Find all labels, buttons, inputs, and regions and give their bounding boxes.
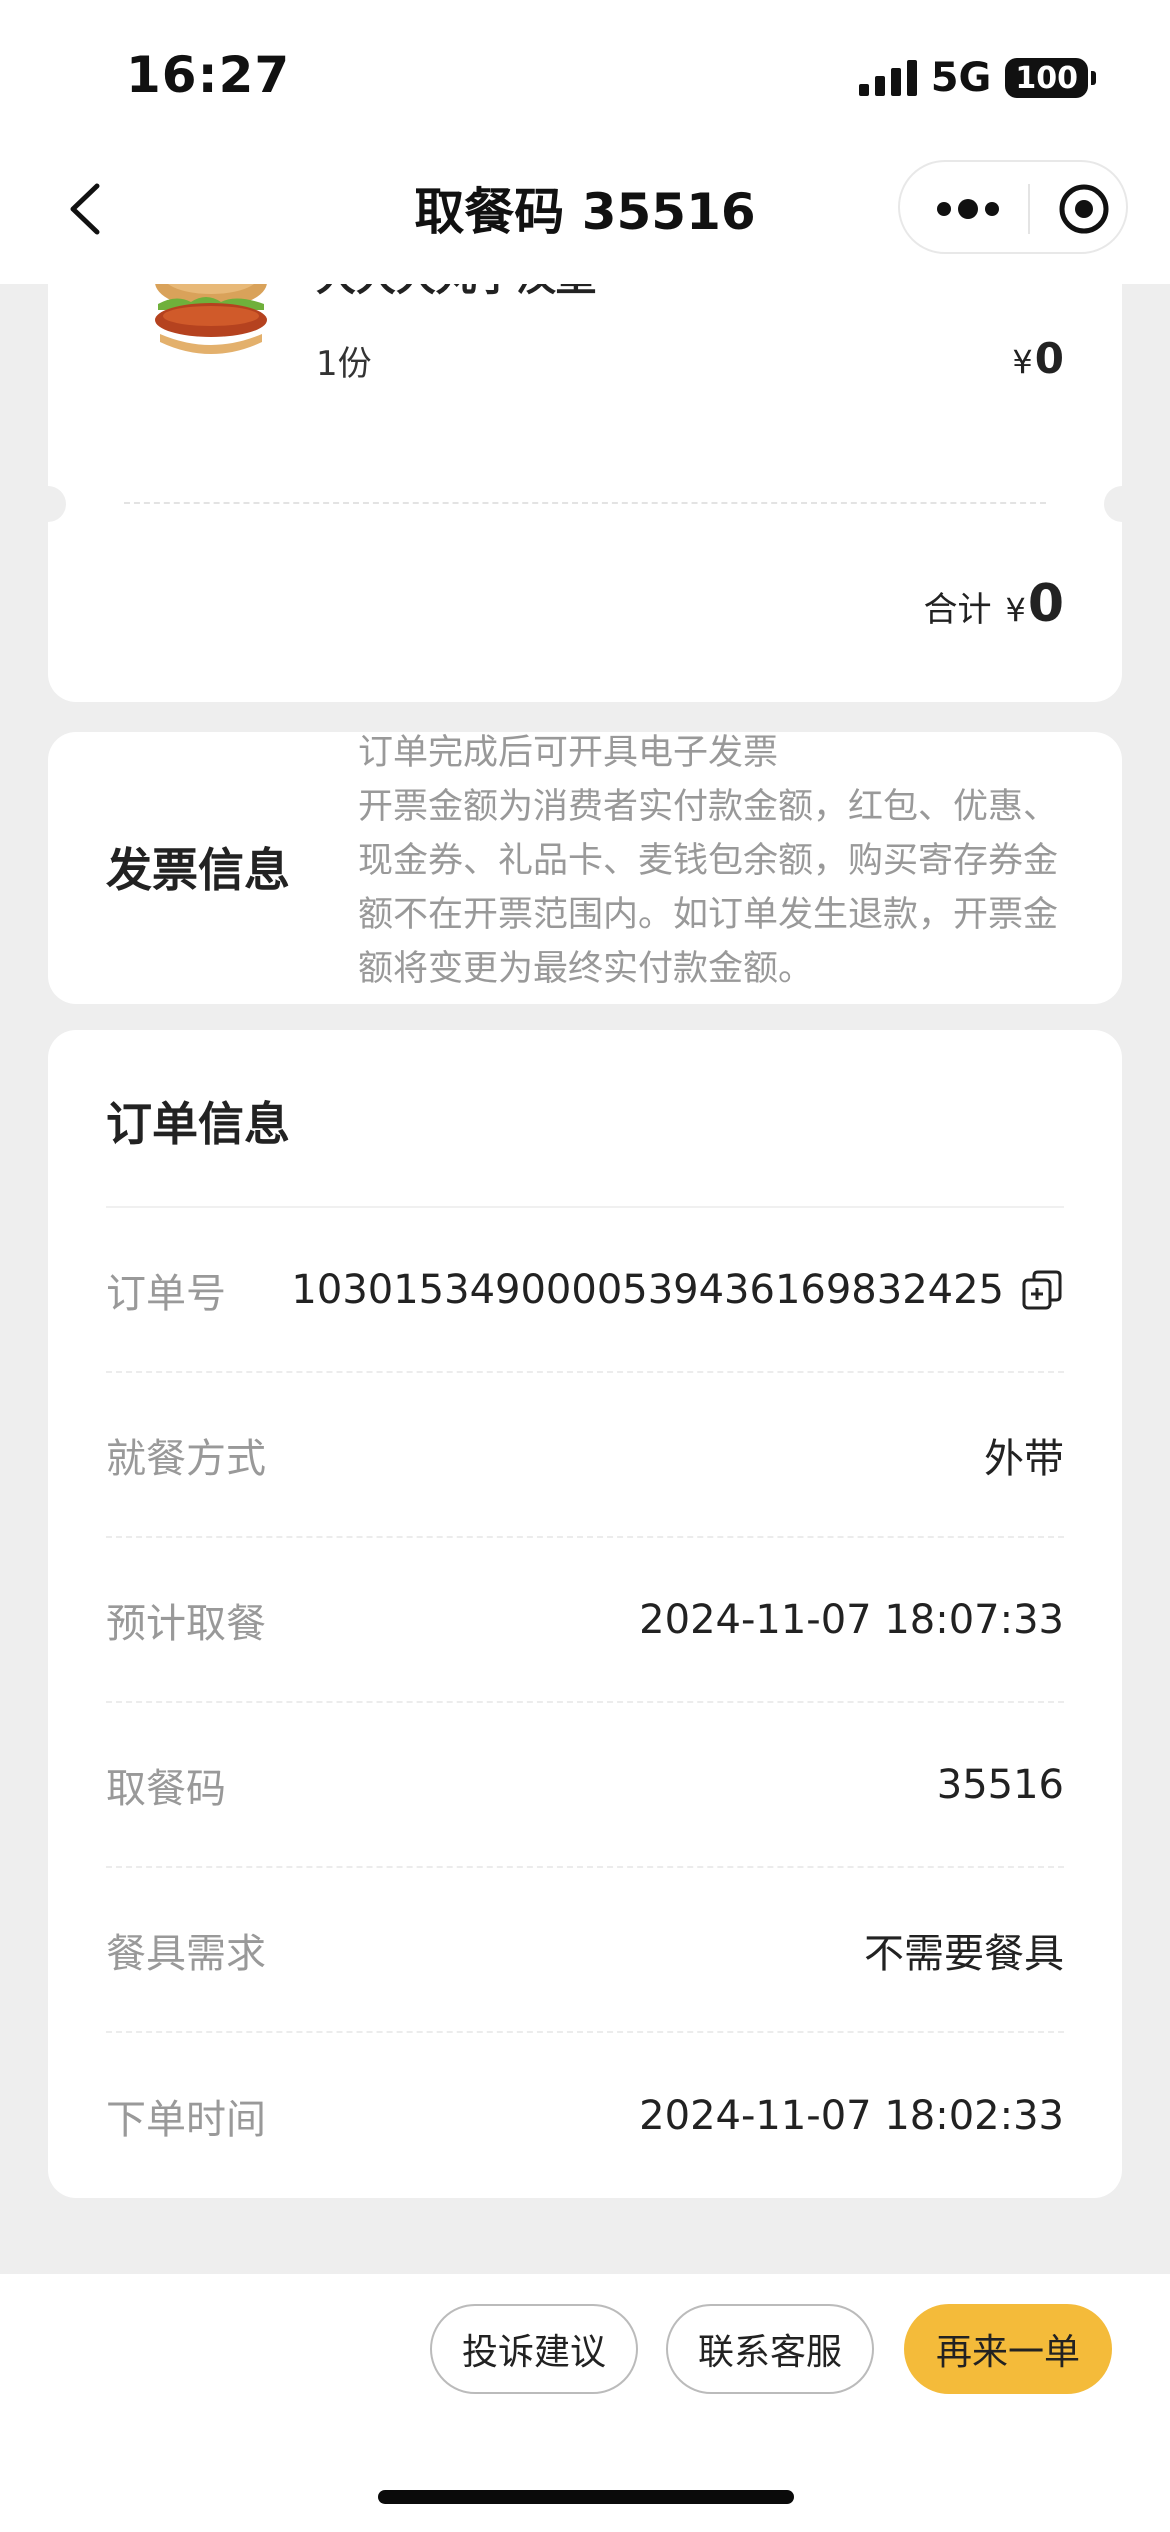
burger-image <box>155 284 267 354</box>
order-info-title: 订单信息 <box>106 1097 290 1151</box>
total-symbol: ¥ <box>1005 591 1026 629</box>
row-value: 不需要餐具 <box>864 1930 1064 1977</box>
customer-service-button[interactable]: 联系客服 <box>666 2304 874 2394</box>
status-time: 16:27 <box>126 46 291 104</box>
total-label: 合计 <box>923 590 992 630</box>
price-value: 0 <box>1034 334 1064 383</box>
order-info-list: 订单号 1030153490000539436169832425 就餐方式 外带… <box>106 1208 1064 2198</box>
nav-bar: 取餐码 35516 <box>0 150 1170 284</box>
complain-button[interactable]: 投诉建议 <box>430 2304 638 2394</box>
row-value: 35516 <box>936 1761 1064 1808</box>
row-label: 订单号 <box>106 1270 226 1317</box>
order-info-card: 订单信息 订单号 1030153490000539436169832425 就餐… <box>48 1030 1122 2198</box>
copy-icon[interactable] <box>1020 1268 1064 1312</box>
row-label: 预计取餐 <box>106 1600 266 1647</box>
row-value: 2024-11-07 18:02:33 <box>639 2092 1064 2139</box>
signal-icon <box>858 60 917 96</box>
more-icon[interactable] <box>930 186 1010 232</box>
product-quantity: 1份 <box>316 344 372 384</box>
order-number-value: 1030153490000539436169832425 <box>291 1266 1004 1313</box>
row-value-wrap: 1030153490000539436169832425 <box>291 1267 1064 1313</box>
home-indicator[interactable] <box>378 2490 794 2504</box>
order-row-pickup-code: 取餐码 35516 <box>106 1703 1064 1868</box>
row-label: 就餐方式 <box>106 1435 266 1482</box>
order-total: 合计 ¥ 0 <box>923 574 1064 634</box>
invoice-description: 订单完成后可开具电子发票 开票金额为消费者实付款金额，红包、优惠、现金券、礼品卡… <box>358 733 1059 989</box>
product-price: ¥0 <box>1012 334 1064 383</box>
bottom-action-bar: 投诉建议 联系客服 再来一单 <box>0 2274 1170 2532</box>
ticket-notch-left <box>30 486 66 522</box>
product-name: 大大大丸子汉堡 <box>316 284 596 302</box>
row-label: 餐具需求 <box>106 1930 266 1977</box>
reorder-button[interactable]: 再来一单 <box>904 2304 1112 2394</box>
row-value: 外带 <box>984 1435 1064 1482</box>
divider <box>124 502 1046 504</box>
battery-icon: 100 <box>1005 58 1096 98</box>
invoice-card: 发票信息 订单完成后可开具电子发票 开票金额为消费者实付款金额，红包、优惠、现金… <box>48 732 1122 1004</box>
row-value: 2024-11-07 18:07:33 <box>639 1596 1064 1643</box>
order-row-dining-mode: 就餐方式 外带 <box>106 1373 1064 1538</box>
row-label: 取餐码 <box>106 1765 226 1812</box>
mini-program-capsule <box>898 160 1128 254</box>
order-row-order-number: 订单号 1030153490000539436169832425 <box>106 1208 1064 1373</box>
ticket-notch-right <box>1104 486 1140 522</box>
total-value: 0 <box>1027 574 1064 634</box>
price-symbol: ¥ <box>1012 343 1033 381</box>
scroll-content[interactable]: 大大大丸子汉堡 1份 ¥0 合计 ¥ 0 发票信息 订单完成后可开具电子发票 开… <box>0 284 1170 2274</box>
order-row-estimated-pickup: 预计取餐 2024-11-07 18:07:33 <box>106 1538 1064 1703</box>
status-bar: 16:27 5G 100 <box>0 0 1170 150</box>
network-type: 5G <box>930 55 992 101</box>
invoice-title: 发票信息 <box>106 843 290 897</box>
order-row-order-time: 下单时间 2024-11-07 18:02:33 <box>106 2033 1064 2198</box>
order-row-cutlery: 餐具需求 不需要餐具 <box>106 1868 1064 2033</box>
product-card: 大大大丸子汉堡 1份 ¥0 合计 ¥ 0 <box>30 284 1140 702</box>
close-miniprogram-icon[interactable] <box>1058 183 1110 235</box>
status-indicators: 5G 100 <box>858 55 1096 101</box>
capsule-divider <box>1028 184 1030 234</box>
row-label: 下单时间 <box>106 2096 266 2143</box>
